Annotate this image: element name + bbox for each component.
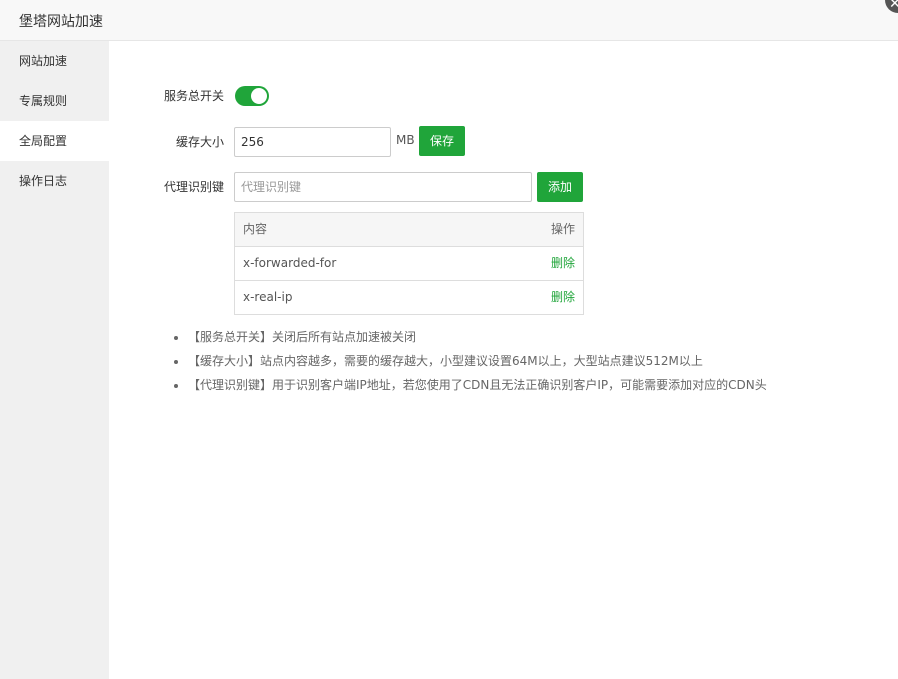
row-content: x-forwarded-for — [243, 256, 337, 270]
cache-size-label: 缓存大小 — [175, 135, 224, 149]
main-panel: 服务总开关 缓存大小 MB 保存 代理识别键 添加 内容 操作 x-forwar… — [109, 41, 898, 679]
save-button[interactable]: 保存 — [419, 126, 465, 156]
tip-item: 【服务总开关】关闭后所有站点加速被关闭 — [188, 325, 767, 349]
sidebar-item-custom-rules[interactable]: 专属规则 — [0, 81, 109, 121]
proxy-key-table: 内容 操作 x-forwarded-for 删除 x-real-ip 删除 — [234, 212, 584, 315]
table-header: 内容 操作 — [235, 213, 583, 247]
sidebar-item-operation-log[interactable]: 操作日志 — [0, 161, 109, 201]
service-switch-label: 服务总开关 — [163, 89, 224, 103]
row-content: x-real-ip — [243, 290, 293, 304]
close-icon: ✕ — [889, 0, 898, 12]
sidebar-item-site-acceleration[interactable]: 网站加速 — [0, 41, 109, 81]
column-header-action: 操作 — [550, 222, 575, 236]
proxy-key-label: 代理识别键 — [163, 180, 224, 194]
sidebar: 网站加速 专属规则 全局配置 操作日志 — [0, 41, 109, 679]
add-button[interactable]: 添加 — [537, 172, 583, 202]
table-row: x-real-ip 删除 — [235, 281, 583, 314]
cache-size-unit: MB — [396, 133, 415, 147]
window-title: 堡塔网站加速 — [19, 14, 103, 30]
delete-link[interactable]: 删除 — [551, 281, 575, 314]
sidebar-item-global-config[interactable]: 全局配置 — [0, 121, 109, 161]
service-switch-toggle[interactable] — [235, 86, 269, 106]
title-bar: 堡塔网站加速 — [0, 0, 898, 41]
column-header-content: 内容 — [243, 222, 268, 236]
delete-link[interactable]: 删除 — [551, 247, 575, 280]
tip-item: 【代理识别键】用于识别客户端IP地址，若您使用了CDN且无法正确识别客户IP，可… — [188, 373, 767, 397]
proxy-key-input[interactable] — [234, 172, 532, 202]
toggle-knob — [251, 88, 267, 104]
help-tips: 【服务总开关】关闭后所有站点加速被关闭 【缓存大小】站点内容越多，需要的缓存越大… — [164, 325, 767, 397]
table-row: x-forwarded-for 删除 — [235, 247, 583, 281]
cache-size-input[interactable] — [234, 127, 391, 157]
tip-item: 【缓存大小】站点内容越多，需要的缓存越大，小型建议设置64M以上，大型站点建议5… — [188, 349, 767, 373]
